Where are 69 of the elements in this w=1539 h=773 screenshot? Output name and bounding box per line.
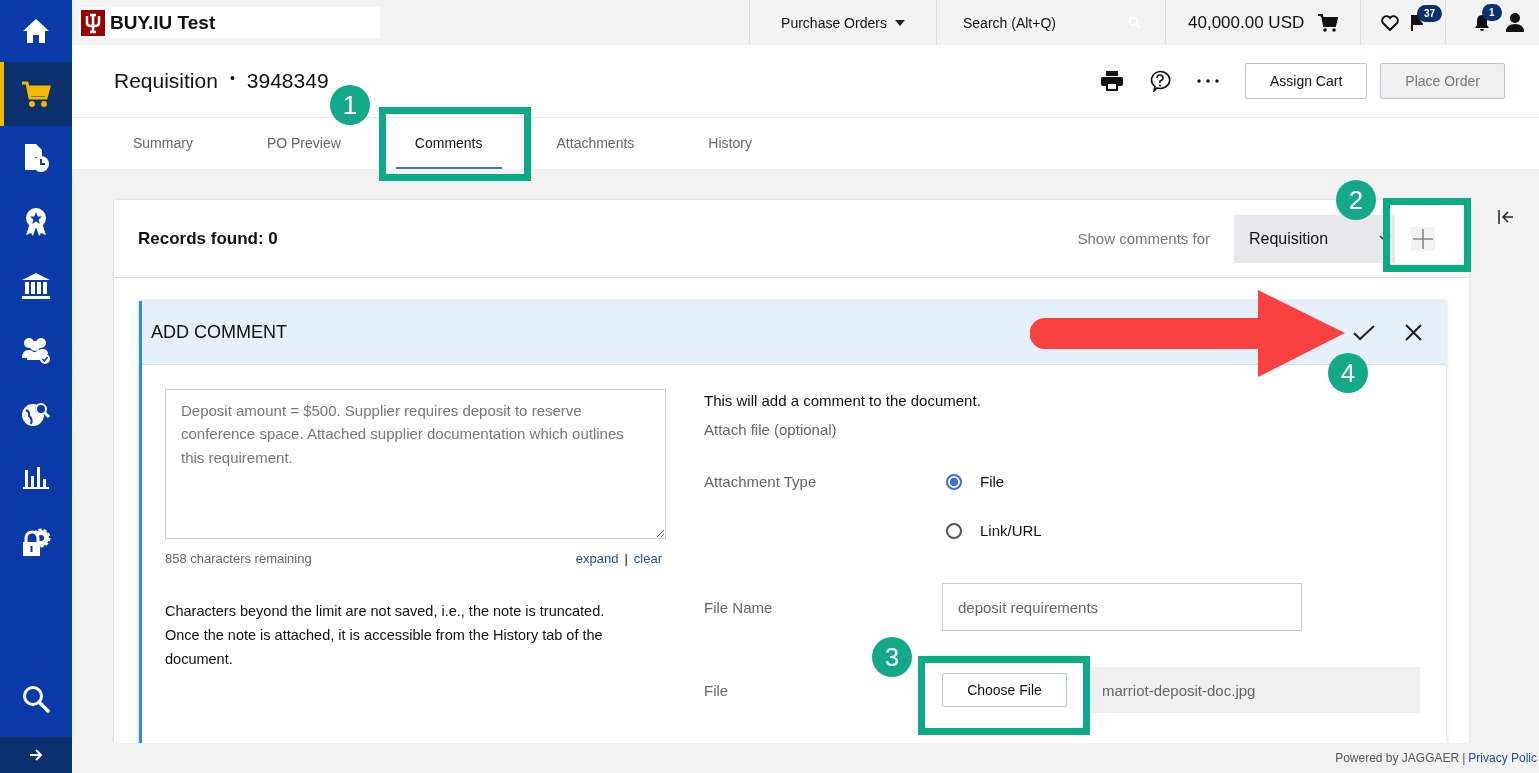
privacy-policy-link[interactable]: Privacy Polic	[1468, 751, 1537, 765]
globe-search-icon	[21, 401, 51, 427]
tab[interactable]: Comments	[395, 118, 502, 169]
logo-banner[interactable]: BUY.IU Test	[79, 7, 380, 38]
search-icon	[22, 685, 50, 713]
tab[interactable]: Attachments	[537, 118, 654, 169]
search-field[interactable]: Search (Alt+Q)	[961, 13, 1125, 32]
attach-hint: Attach file (optional)	[704, 421, 838, 438]
sidebar-item[interactable]	[0, 62, 72, 126]
collapse-panel-icon[interactable]	[1498, 210, 1514, 224]
chosen-file-name: marriot-deposit-doc.jpg	[1090, 667, 1420, 713]
title-separator: •	[229, 70, 235, 86]
link-separator: |	[624, 551, 628, 566]
tab[interactable]: History	[689, 118, 771, 169]
comments-filter-dropdown[interactable]: Requisition	[1234, 214, 1395, 263]
caret-icon	[894, 19, 905, 26]
flag-count-badge: 37	[1417, 4, 1443, 22]
radio-option[interactable]: File	[946, 473, 1042, 490]
step-number: 2	[1336, 180, 1376, 220]
powered-by-text: Powered by JAGGAER	[1335, 751, 1460, 765]
file-name-field[interactable]: deposit requirements	[942, 583, 1302, 631]
note-text: Characters beyond the limit are not saved, i.e., the note is truncated. Once the note is attached, it is accessible from the History tab of the document.	[165, 602, 606, 669]
filter-label: Show comments for	[1077, 230, 1210, 247]
requisition-number: 3948349	[246, 69, 329, 93]
users-check-icon	[21, 336, 51, 364]
characters-remaining: 858 characters remaining	[165, 551, 312, 566]
chevron-down-icon	[1379, 234, 1391, 243]
bank-icon	[21, 272, 51, 300]
panel-title: ADD COMMENT	[151, 322, 287, 343]
printer-icon[interactable]	[1100, 71, 1123, 91]
notification-count-badge: 1	[1482, 4, 1502, 21]
logo-text: BUY.IU Test	[110, 11, 216, 34]
user-icon[interactable]	[1506, 13, 1524, 32]
radio-icon[interactable]	[946, 473, 962, 490]
radio-icon[interactable]	[946, 522, 962, 539]
clear-link[interactable]: clear	[633, 551, 662, 566]
field-label: Attachment Type	[704, 473, 818, 490]
plus-icon	[1413, 228, 1433, 249]
document-clock-icon	[22, 143, 50, 173]
expand-link[interactable]: expand	[575, 551, 619, 566]
tab[interactable]: Summary	[114, 118, 212, 169]
records-count: Records found: 0	[138, 228, 278, 249]
cart-total[interactable]: 40,000.00 USD	[1188, 12, 1305, 33]
home-icon	[22, 18, 50, 44]
cart-icon	[21, 80, 51, 108]
page-title: Requisition	[114, 69, 218, 93]
help-icon[interactable]	[1148, 70, 1171, 92]
flag-icon[interactable]	[1411, 14, 1423, 31]
radio-option[interactable]: Link/URL	[946, 522, 1042, 539]
footer-separator: |	[1462, 751, 1466, 765]
lock-gear-icon	[21, 527, 51, 557]
radio-label: File	[980, 473, 1005, 490]
field-label: File Name	[704, 598, 774, 616]
choose-file-button[interactable]: Choose File	[942, 673, 1067, 707]
cart-icon[interactable]	[1318, 13, 1339, 32]
arrow-right-icon	[29, 749, 43, 761]
add-comment-button[interactable]	[1411, 226, 1435, 251]
radio-label: Link/URL	[980, 522, 1042, 539]
more-icon[interactable]	[1196, 79, 1219, 83]
heart-icon[interactable]	[1381, 14, 1399, 31]
comment-textarea[interactable]: Deposit amount = $500. Supplier requires deposit to reserve conference space. Attached supplier documentation which outlines this requirement.	[165, 389, 666, 539]
award-icon	[24, 207, 48, 237]
info-text: This will add a comment to the document.	[704, 392, 982, 409]
trident-logo-icon	[81, 9, 105, 36]
close-icon[interactable]	[1405, 324, 1422, 341]
bar-chart-icon	[22, 466, 50, 490]
header-button[interactable]: Assign Cart	[1244, 63, 1368, 99]
field-label: File	[704, 681, 730, 699]
check-icon[interactable]	[1353, 324, 1375, 341]
